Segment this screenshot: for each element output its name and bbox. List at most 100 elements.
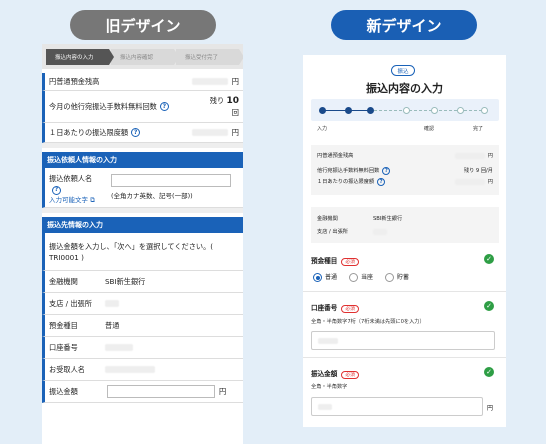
fee-row: 今月の他行宛振込手数料無料回数 ? 残り 10 回 (42, 91, 243, 123)
amount-unit: 円 (487, 405, 494, 412)
required-badge: 必須 (341, 258, 359, 266)
requester-row: 振込依頼人名 ? 入力可能文字 ⧉ (全角カナ英数、記号(一部)) (42, 168, 243, 208)
balance-unit: 円 (231, 76, 239, 86)
balance-value-redacted (191, 78, 228, 85)
deposit-type-heading: 預金種目 必須 (311, 255, 359, 266)
account-hint: 全角・半角数字7桁（7桁未満は先頭に0を入力） (311, 319, 425, 325)
account-row: 口座番号 (42, 337, 243, 359)
fee-value: 10 (226, 96, 239, 106)
progress-label-input: 入力 (317, 126, 328, 132)
radio-option-normal[interactable]: 普通 (313, 272, 337, 282)
bank-value: SBI新生銀行 (105, 276, 146, 286)
branch-row: 支店 / 出張所 (311, 226, 499, 237)
amount-label: 振込金額 (49, 386, 78, 396)
check-icon: ✓ (484, 254, 494, 264)
fee-label: 今月の他行宛振込手数料無料回数 (49, 101, 157, 111)
deposit-type-label: 預金種目 (49, 320, 78, 330)
check-icon: ✓ (484, 301, 494, 311)
radio-option-savings[interactable]: 貯蓄 (385, 272, 409, 282)
old-design-heading: 旧デザイン (70, 10, 216, 40)
account-heading: 口座番号 必須 (311, 302, 359, 313)
deposit-type-label: 預金種目 (311, 257, 338, 265)
fee-row: 他行宛振込手数料無料回数 ? 残り 9 回/月 (311, 165, 499, 176)
balance-unit: 円 (487, 153, 493, 159)
branch-label: 支店 / 出張所 (49, 298, 92, 308)
help-icon[interactable]: ? (377, 177, 386, 186)
payee-section-header: 振込先情報の入力 (42, 217, 243, 233)
limit-row: １日あたりの振込限度額 ? 円 (311, 176, 499, 187)
deposit-type-row: 預金種目 普通 (42, 315, 243, 337)
recipient-row: お受取人名 (42, 359, 243, 381)
progress-step-input (319, 107, 326, 114)
limit-unit: 円 (487, 179, 493, 185)
bank-row: 金融機関 SBI新生銀行 (42, 271, 243, 293)
bank-row: 金融機関 SBI新生銀行 (311, 213, 499, 224)
step-confirm: 振込内容確認 (111, 49, 179, 65)
amount-input[interactable] (311, 397, 483, 416)
balance-label: 円普通預金残高 (317, 153, 354, 159)
progress-label-complete: 完了 (473, 126, 484, 132)
external-link-icon: ⧉ (90, 195, 95, 204)
step-complete: 振込受付完了 (176, 49, 243, 65)
bank-value: SBI新生銀行 (373, 216, 403, 222)
branch-value-redacted (105, 300, 119, 307)
account-value-redacted (105, 344, 133, 351)
radio-icon (349, 273, 359, 282)
progress-bar (311, 99, 499, 121)
limit-value-redacted (454, 178, 485, 185)
help-icon[interactable]: ? (159, 102, 169, 111)
fee-label: 他行宛振込手数料無料回数 (317, 168, 380, 174)
amount-heading: 振込金額 必須 (311, 368, 359, 379)
progress-step-confirm (431, 107, 438, 114)
requester-section-header: 振込依頼人情報の入力 (42, 152, 243, 168)
fee-value: 残り 9 回/月 (463, 168, 493, 174)
help-icon[interactable]: ? (131, 128, 141, 137)
limit-row: １日あたりの振込限度額 ? 円 (42, 123, 243, 143)
input-chars-link[interactable]: 入力可能文字 (49, 196, 88, 204)
instruction-row: 振込金額を入力し、「次へ」を選択してください。( TRI0001 ) (42, 233, 243, 271)
amount-row: 振込金額 円 (42, 381, 243, 403)
new-design-heading: 新デザイン (331, 10, 477, 40)
branch-label: 支店 / 出張所 (317, 229, 348, 235)
bank-label: 金融機関 (317, 216, 338, 222)
radio-option-checking[interactable]: 当座 (349, 272, 373, 282)
required-badge: 必須 (341, 305, 359, 313)
branch-value-redacted (373, 228, 387, 235)
amount-unit: 円 (219, 386, 227, 396)
requester-name-label: 振込依頼人名 (49, 174, 93, 183)
required-badge: 必須 (341, 371, 359, 379)
limit-unit: 円 (231, 127, 239, 137)
limit-value-redacted (191, 129, 228, 136)
account-label: 口座番号 (311, 304, 338, 312)
balance-label: 円普通預金残高 (49, 76, 100, 86)
requester-name-input[interactable] (111, 174, 231, 187)
limit-label: １日あたりの振込限度額 (317, 179, 375, 185)
step-input: 振込内容の入力 (46, 49, 114, 65)
instruction-text: 振込金額を入力し、「次へ」を選択してください。( TRI0001 ) (49, 241, 214, 262)
fee-unit: 回 (231, 108, 239, 117)
payee-summary: 金融機関 SBI新生銀行 支店 / 出張所 (311, 207, 499, 243)
radio-selected-icon (313, 273, 322, 282)
balance-row: 円普通預金残高 円 (42, 73, 243, 91)
help-icon[interactable]: ? (52, 185, 61, 195)
account-number-input[interactable] (311, 331, 495, 350)
old-design-panel: 振込内容の入力 振込内容確認 振込受付完了 円普通預金残高 円 今月の他行宛振込… (42, 44, 243, 444)
bank-label: 金融機関 (49, 276, 78, 286)
balance-value-redacted (454, 152, 485, 159)
fee-prefix: 残り (209, 96, 225, 105)
check-icon: ✓ (484, 367, 494, 377)
branch-row: 支店 / 出張所 (42, 293, 243, 315)
amount-label: 振込金額 (311, 370, 338, 378)
account-summary: 円普通預金残高 円 他行宛振込手数料無料回数 ? 残り 9 回/月 １日あたりの… (311, 145, 499, 195)
help-icon[interactable]: ? (382, 166, 391, 175)
recipient-value-redacted (105, 366, 155, 373)
progress-label-confirm: 確認 (424, 126, 435, 132)
balance-row: 円普通預金残高 円 (311, 150, 499, 161)
deposit-type-value: 普通 (105, 320, 120, 330)
requester-hint: (全角カナ英数、記号(一部)) (111, 192, 193, 200)
amount-input[interactable] (107, 385, 215, 398)
radio-icon (385, 273, 395, 282)
limit-label: １日あたりの振込限度額 (49, 127, 129, 137)
page-title: 振込内容の入力 (366, 82, 443, 95)
new-design-panel: 振込 振込内容の入力 入力 確認 完了 円普通預金残高 円 他行宛振込手数料無料… (303, 55, 506, 427)
